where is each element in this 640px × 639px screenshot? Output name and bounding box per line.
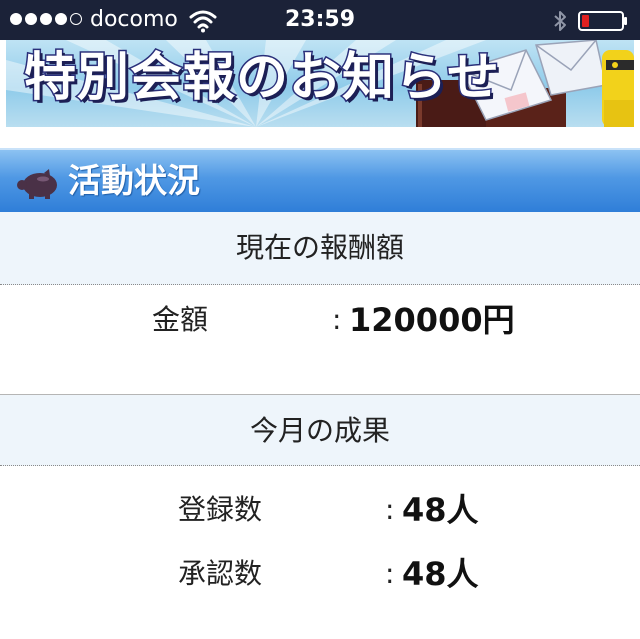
mascot-character <box>602 50 634 127</box>
amount-colon: : <box>332 303 342 336</box>
wifi-icon <box>189 10 217 33</box>
bluetooth-icon <box>554 11 566 31</box>
piggy-bank-icon <box>17 169 57 199</box>
section-title: 活動状況 <box>68 161 200 200</box>
carrier-name: docomo <box>90 7 178 32</box>
registrations-label: 登録数 <box>177 493 262 526</box>
approvals-colon: : <box>385 557 395 590</box>
approvals-label: 承認数 <box>177 557 262 590</box>
registrations-value: 48人 <box>402 491 479 529</box>
clock: 23:59 <box>284 7 356 32</box>
approvals-value: 48人 <box>402 555 479 593</box>
activity-status-header: 活動状況 <box>0 148 640 212</box>
special-newsletter-banner[interactable]: 特別会報のお知らせ <box>6 40 634 127</box>
status-bar: docomo 23:59 <box>0 0 640 40</box>
amount-label: 金額 <box>151 303 208 336</box>
current-reward-heading: 現在の報酬額 <box>0 212 640 285</box>
battery-icon <box>578 11 627 31</box>
signal-dots-icon <box>10 13 82 25</box>
registrations-colon: : <box>385 493 395 526</box>
amount-value: 120000円 <box>349 301 515 339</box>
monthly-results-heading: 今月の成果 <box>0 394 640 466</box>
banner-title: 特別会報のお知らせ <box>23 47 501 110</box>
